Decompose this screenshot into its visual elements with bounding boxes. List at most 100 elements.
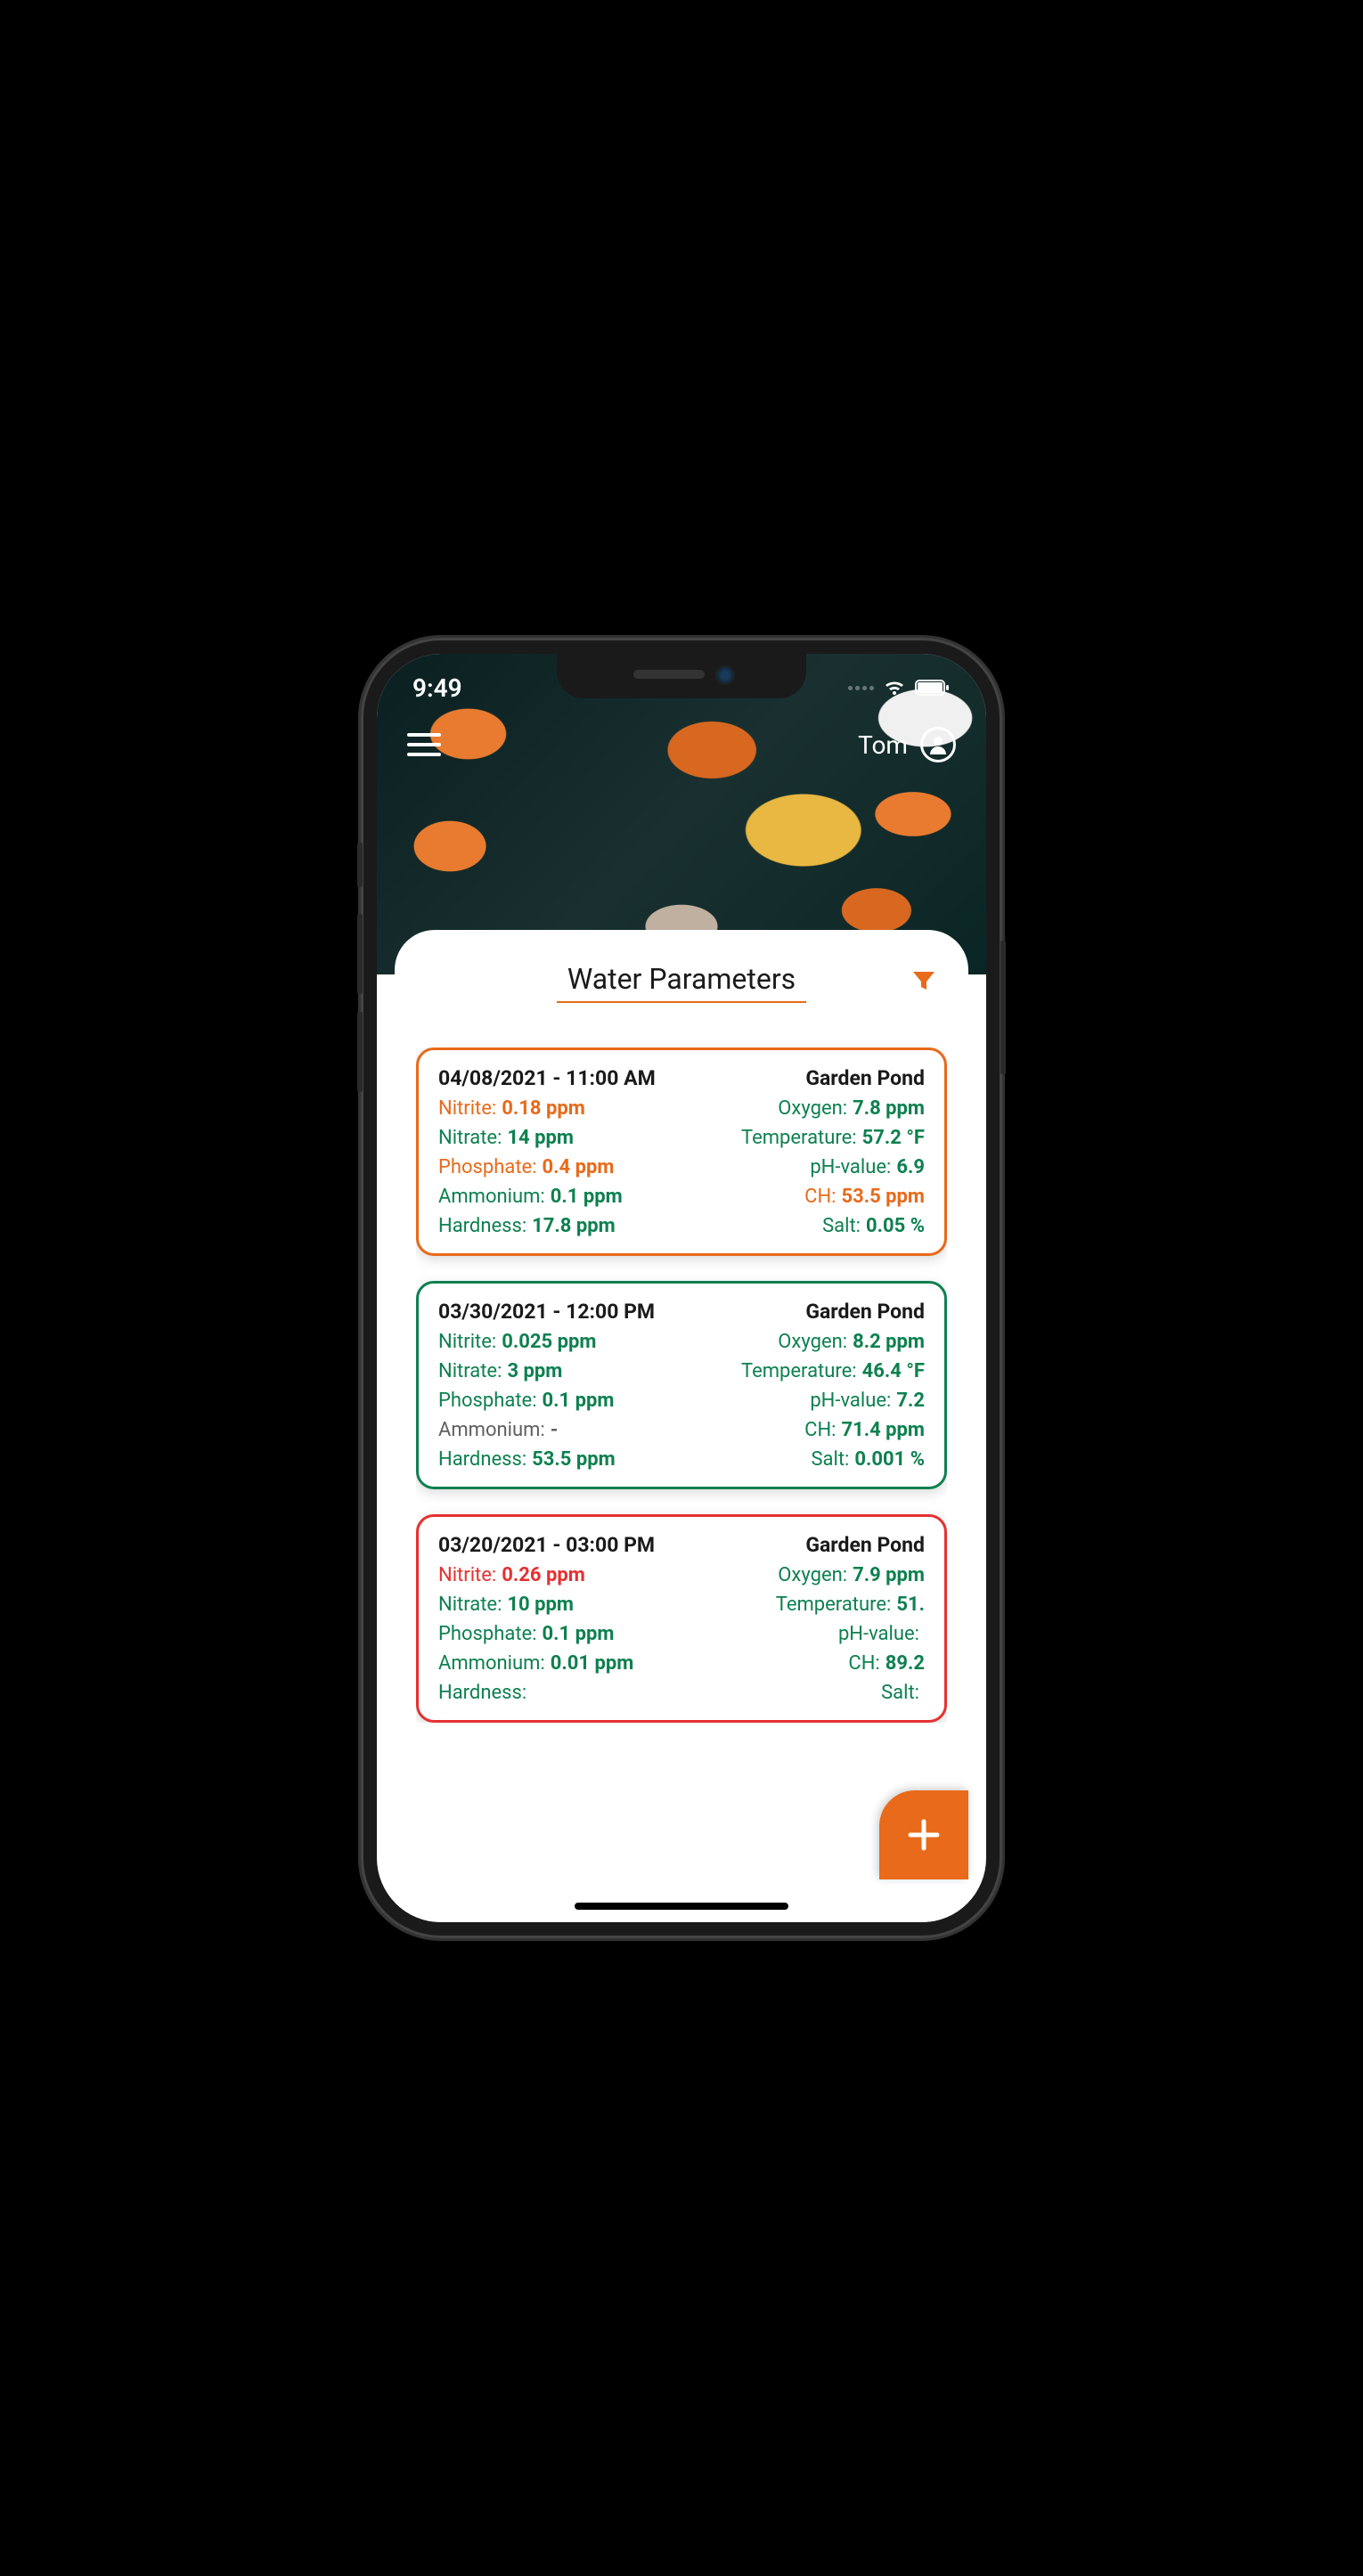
- param-ch: CH:71.4 ppm: [682, 1419, 925, 1441]
- param-label: Ammonium:: [438, 1652, 545, 1675]
- param-value: -: [551, 1419, 559, 1441]
- param-value: 53.5 ppm: [841, 1186, 925, 1208]
- record-pond: Garden Pond: [805, 1300, 925, 1324]
- record-pond: Garden Pond: [805, 1066, 925, 1090]
- param-ch: CH:53.5 ppm: [682, 1186, 925, 1208]
- param-value: 10 ppm: [507, 1594, 574, 1616]
- param-label: Nitrite:: [438, 1564, 496, 1586]
- param-value: 0.01 ppm: [551, 1652, 634, 1675]
- param-salt: Salt:0.05 %: [682, 1215, 925, 1237]
- param-phosphate: Phosphate: 0.4 ppm: [438, 1156, 682, 1178]
- param-value: 51.: [896, 1594, 925, 1616]
- page-title: Water Parameters: [557, 962, 806, 1003]
- battery-icon: [915, 679, 951, 697]
- menu-icon[interactable]: [407, 733, 441, 756]
- param-value: 0.05 %: [866, 1215, 925, 1237]
- param-value: 57.2 °F: [862, 1127, 925, 1149]
- param-label: pH-value:: [810, 1156, 891, 1178]
- param-label: Nitrate:: [438, 1594, 502, 1616]
- param-value: 71.4 ppm: [841, 1419, 925, 1441]
- param-label: Nitrite:: [438, 1097, 496, 1120]
- param-oxygen: Oxygen: 8.2 ppm: [682, 1331, 925, 1353]
- param-label: Phosphate:: [438, 1390, 537, 1412]
- param-label: Hardness:: [438, 1448, 526, 1471]
- param-label: Phosphate:: [438, 1156, 537, 1178]
- param-label: Nitrate:: [438, 1360, 502, 1382]
- record-card[interactable]: 04/08/2021 - 11:00 AM Garden Pond Nitrite:…: [416, 1048, 947, 1256]
- records-list[interactable]: 04/08/2021 - 11:00 AM Garden Pond Nitrite:…: [416, 1048, 947, 1723]
- param-value: 7.2: [896, 1390, 925, 1412]
- param-hardness: Hardness:: [438, 1682, 682, 1704]
- param-value: 0.1 ppm: [543, 1623, 615, 1645]
- param-value: 3 ppm: [507, 1360, 562, 1382]
- param-label: Oxygen:: [778, 1331, 847, 1353]
- param-value: 7.8 ppm: [853, 1097, 925, 1120]
- param-label: Nitrate:: [438, 1127, 502, 1149]
- content-sheet: Water Parameters 04/08/2021 - 11:00 AM Ga…: [395, 930, 968, 1922]
- param-ph: pH-value:: [682, 1623, 925, 1645]
- param-label: Temperature:: [776, 1594, 892, 1616]
- param-ch: CH: 89.2: [682, 1652, 925, 1675]
- record-datetime: 04/08/2021 - 11:00 AM: [438, 1066, 656, 1090]
- param-value: 7.9 ppm: [853, 1564, 925, 1586]
- param-nitrate: Nitrate:14 ppm: [438, 1127, 682, 1149]
- param-value: 0.18 ppm: [502, 1097, 585, 1120]
- param-temperature: Temperature:57.2 °F: [682, 1127, 925, 1149]
- param-phosphate: Phosphate: 0.1 ppm: [438, 1390, 682, 1412]
- param-ph: pH-value:6.9: [682, 1156, 925, 1178]
- param-ph: pH-value:7.2: [682, 1390, 925, 1412]
- user-profile[interactable]: Tom: [858, 727, 956, 762]
- param-value: 0.1 ppm: [543, 1390, 615, 1412]
- wifi-icon: [883, 679, 906, 697]
- home-indicator[interactable]: [575, 1903, 788, 1910]
- avatar-icon: [920, 727, 956, 762]
- param-label: Nitrite:: [438, 1331, 496, 1353]
- param-value: 89.2: [886, 1652, 925, 1675]
- param-label: Phosphate:: [438, 1623, 537, 1645]
- add-button[interactable]: [879, 1790, 968, 1879]
- signal-dots-icon: [848, 686, 874, 690]
- filter-icon[interactable]: [910, 966, 938, 999]
- param-value: 6.9: [896, 1156, 925, 1178]
- param-label: Ammonium:: [438, 1186, 545, 1208]
- param-label: CH:: [848, 1652, 879, 1675]
- param-label: Temperature:: [741, 1127, 857, 1149]
- param-label: Salt:: [822, 1215, 861, 1237]
- param-value: 0.26 ppm: [502, 1564, 585, 1586]
- param-label: Temperature:: [741, 1360, 857, 1382]
- param-label: Hardness:: [438, 1682, 526, 1704]
- param-label: Salt:: [811, 1448, 849, 1471]
- user-name: Tom: [858, 730, 908, 760]
- param-ammonium: Ammonium:-: [438, 1419, 682, 1441]
- record-card[interactable]: 03/30/2021 - 12:00 PMGarden PondNitrite:…: [416, 1281, 947, 1489]
- param-label: Oxygen:: [778, 1097, 847, 1120]
- param-value: 17.8 ppm: [532, 1215, 616, 1237]
- param-oxygen: Oxygen: 7.9 ppm: [682, 1564, 925, 1586]
- param-value: 53.5 ppm: [532, 1448, 616, 1471]
- param-value: 14 ppm: [507, 1127, 574, 1149]
- status-time: 9:49: [412, 673, 462, 703]
- record-datetime: 03/20/2021 - 03:00 PM: [438, 1533, 655, 1557]
- param-value: 8.2 ppm: [853, 1331, 925, 1353]
- param-nitrate: Nitrate:10 ppm: [438, 1594, 682, 1616]
- param-phosphate: Phosphate: 0.1 ppm: [438, 1623, 682, 1645]
- param-value: 0.001 %: [854, 1448, 925, 1471]
- param-temperature: Temperature:46.4 °F: [682, 1360, 925, 1382]
- param-nitrite: Nitrite: 0.18 ppm: [438, 1097, 682, 1120]
- param-hardness: Hardness: 17.8 ppm: [438, 1215, 682, 1237]
- param-label: Oxygen:: [778, 1564, 847, 1586]
- param-value: 0.025 ppm: [502, 1331, 596, 1353]
- param-label: pH-value:: [838, 1623, 919, 1645]
- param-value: 46.4 °F: [862, 1360, 925, 1382]
- param-nitrite: Nitrite: 0.025 ppm: [438, 1331, 682, 1353]
- record-card[interactable]: 03/20/2021 - 03:00 PMGarden PondNitrite:…: [416, 1514, 947, 1723]
- param-label: CH:: [804, 1419, 836, 1441]
- param-salt: Salt:: [682, 1682, 925, 1704]
- param-salt: Salt:0.001 %: [682, 1448, 925, 1471]
- param-ammonium: Ammonium: 0.01 ppm: [438, 1652, 682, 1675]
- param-label: CH:: [804, 1186, 836, 1208]
- param-label: Hardness:: [438, 1215, 526, 1237]
- param-value: 0.4 ppm: [543, 1156, 615, 1178]
- param-label: Salt:: [881, 1682, 919, 1704]
- param-temperature: Temperature:51.: [682, 1594, 925, 1616]
